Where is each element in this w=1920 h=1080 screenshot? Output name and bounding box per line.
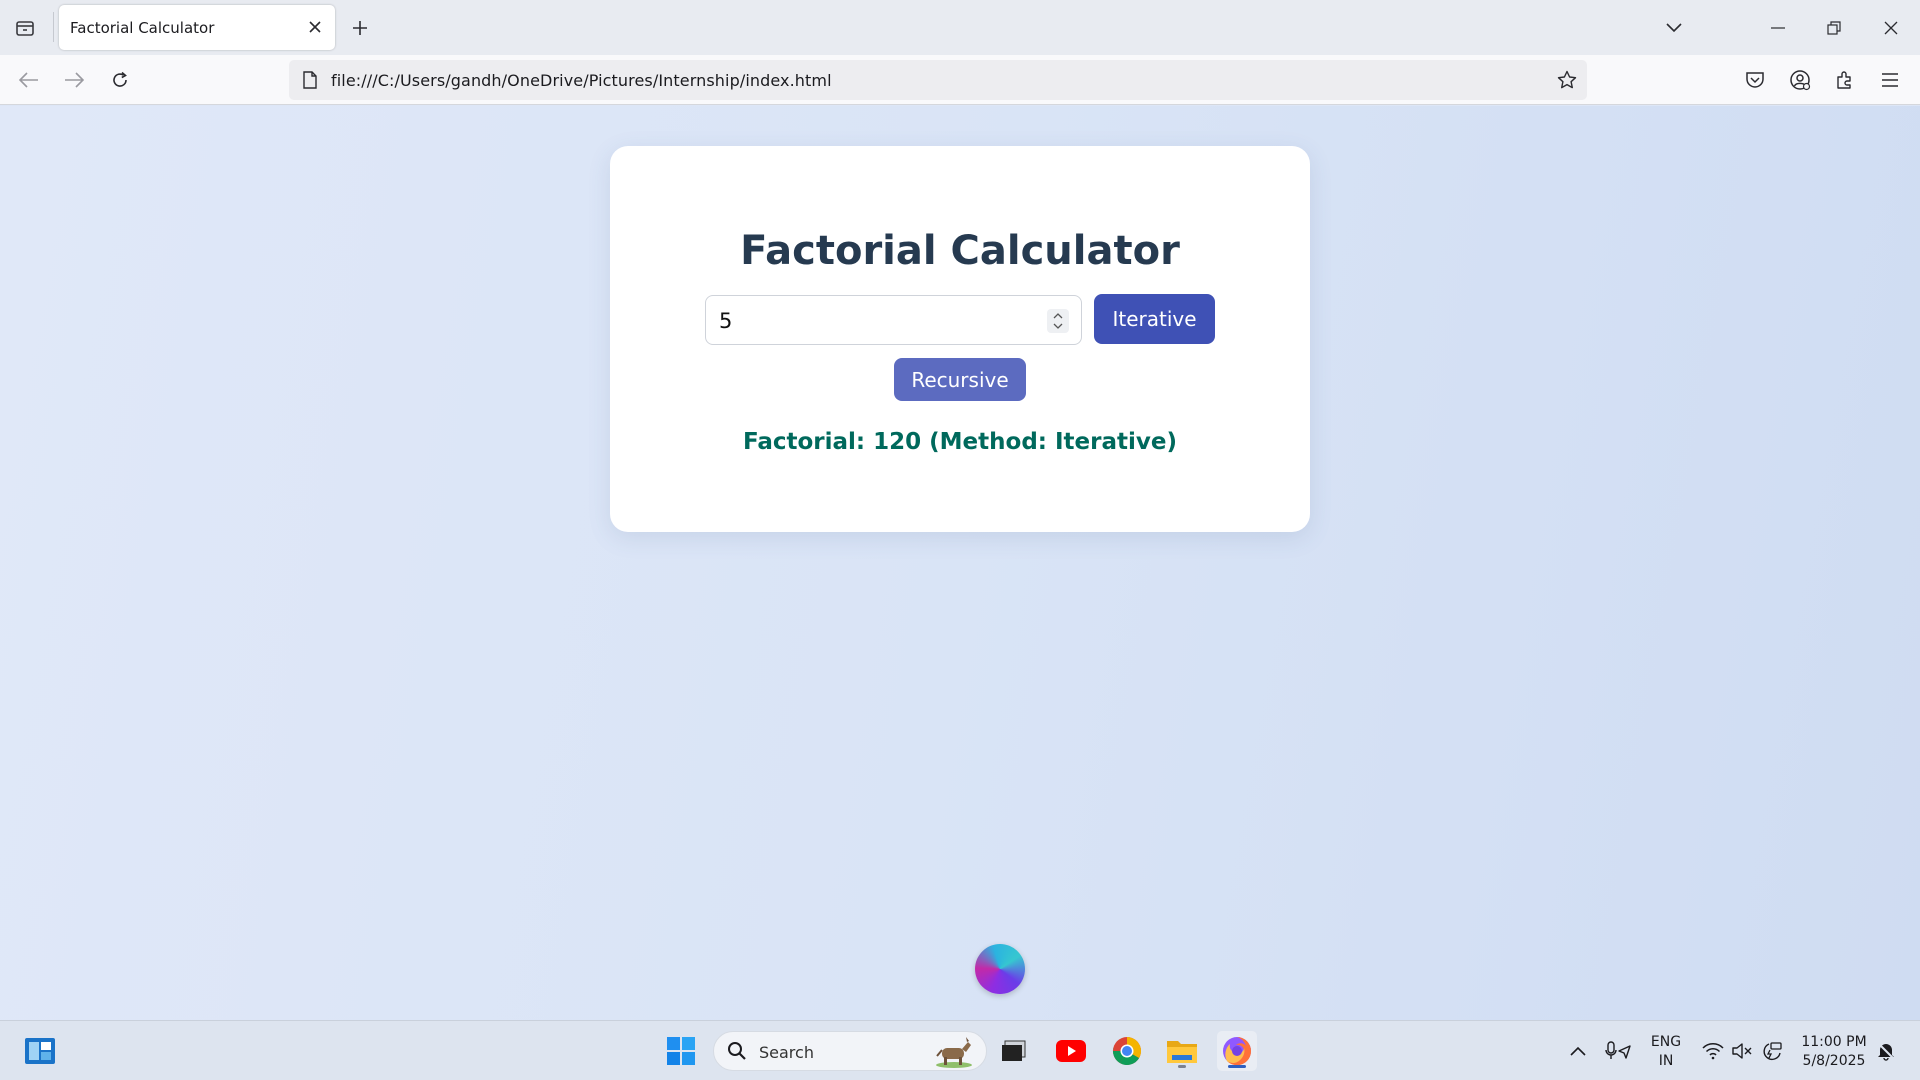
tab-title: Factorial Calculator bbox=[70, 19, 215, 37]
extensions-icon[interactable] bbox=[1828, 63, 1862, 97]
number-input[interactable]: 5 bbox=[705, 295, 1082, 345]
new-tab-icon[interactable] bbox=[345, 13, 375, 43]
task-view-icon[interactable] bbox=[994, 1031, 1034, 1071]
microphone-location-icon[interactable] bbox=[1598, 1031, 1638, 1071]
notification-bell-icon[interactable] bbox=[1868, 1031, 1904, 1071]
restore-icon[interactable] bbox=[1818, 12, 1850, 44]
number-stepper[interactable] bbox=[1047, 309, 1069, 333]
address-bar[interactable]: file:///C:/Users/gandh/OneDrive/Pictures… bbox=[289, 60, 1587, 100]
tab-divider bbox=[53, 12, 54, 42]
page-viewport: Factorial Calculator 5 Iterative Recursi… bbox=[0, 106, 1920, 1020]
language-region: IN bbox=[1658, 1053, 1674, 1069]
back-arrow-icon[interactable] bbox=[12, 63, 46, 97]
recursive-button[interactable]: Recursive bbox=[894, 358, 1026, 401]
youtube-icon[interactable] bbox=[1051, 1031, 1091, 1071]
calculator-card: Factorial Calculator 5 Iterative Recursi… bbox=[610, 146, 1310, 532]
running-indicator bbox=[1178, 1065, 1186, 1068]
pocket-icon[interactable] bbox=[1738, 63, 1772, 97]
show-hidden-icons-icon[interactable] bbox=[1558, 1031, 1598, 1071]
page-title: Factorial Calculator bbox=[740, 228, 1180, 274]
clock-date: 5/8/2025 bbox=[1802, 1053, 1866, 1069]
bookmark-star-icon[interactable] bbox=[1555, 68, 1579, 92]
taskbar-search[interactable]: Search bbox=[713, 1031, 987, 1071]
active-indicator bbox=[1228, 1065, 1246, 1068]
language-code: ENG bbox=[1650, 1034, 1682, 1050]
reload-icon[interactable] bbox=[103, 63, 137, 97]
copilot-orb-icon[interactable] bbox=[975, 944, 1025, 994]
firefox-icon[interactable] bbox=[1217, 1031, 1257, 1071]
widgets-icon[interactable] bbox=[20, 1031, 60, 1071]
clock-time: 11:00 PM bbox=[1801, 1034, 1867, 1050]
language-indicator[interactable]: ENG IN bbox=[1646, 1033, 1686, 1071]
menu-hamburger-icon[interactable] bbox=[1873, 63, 1907, 97]
iterative-button[interactable]: Iterative bbox=[1094, 294, 1215, 344]
tab-list-icon[interactable] bbox=[10, 13, 40, 43]
clock[interactable]: 11:00 PM 5/8/2025 bbox=[1796, 1033, 1872, 1071]
windows-start-icon[interactable] bbox=[661, 1031, 701, 1071]
minimize-icon[interactable] bbox=[1762, 12, 1794, 44]
file-explorer-icon[interactable] bbox=[1162, 1031, 1202, 1071]
account-icon[interactable] bbox=[1783, 63, 1817, 97]
chrome-icon[interactable] bbox=[1107, 1031, 1147, 1071]
search-label: Search bbox=[759, 1043, 814, 1062]
forward-arrow-icon[interactable] bbox=[57, 63, 91, 97]
number-input-value: 5 bbox=[719, 309, 733, 333]
close-window-icon[interactable] bbox=[1875, 12, 1907, 44]
active-tab[interactable]: Factorial Calculator bbox=[59, 5, 335, 50]
page-icon bbox=[299, 69, 321, 91]
windows-taskbar: Search ENG IN 11:00 PM 5/8/2025 bbox=[0, 1020, 1920, 1080]
result-text: Factorial: 120 (Method: Iterative) bbox=[742, 429, 1177, 455]
navigation-toolbar: file:///C:/Users/gandh/OneDrive/Pictures… bbox=[0, 55, 1920, 105]
url-text: file:///C:/Users/gandh/OneDrive/Pictures… bbox=[331, 71, 832, 90]
battery-icon[interactable] bbox=[1752, 1031, 1792, 1071]
browser-tab-strip: Factorial Calculator bbox=[0, 0, 1920, 55]
search-icon bbox=[727, 1041, 747, 1065]
list-all-tabs-icon[interactable] bbox=[1659, 13, 1689, 43]
close-tab-icon[interactable] bbox=[305, 17, 325, 37]
search-highlight-donkey-icon bbox=[930, 1036, 974, 1072]
